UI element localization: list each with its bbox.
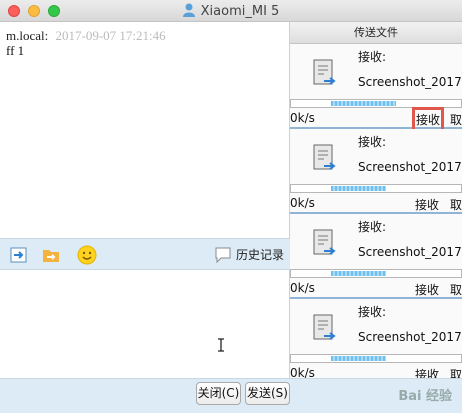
transfer-speed: 0k/s	[290, 281, 315, 295]
watermark: Bai 经验	[398, 389, 452, 404]
send-folder-icon[interactable]	[42, 246, 60, 264]
receive-label: 接收:	[358, 305, 387, 319]
file-name: Screenshot_2017	[358, 160, 462, 174]
message-input[interactable]	[0, 270, 290, 378]
chat-log: m.local: 2017-09-07 17:21:46 ff 1	[0, 22, 290, 238]
history-button[interactable]: 历史记录	[215, 246, 284, 263]
transfer-speed: 0k/s	[290, 366, 315, 378]
user-icon	[182, 3, 195, 17]
progress-bar	[290, 354, 462, 363]
history-icon	[215, 247, 231, 263]
message-header: m.local: 2017-09-07 17:21:46	[6, 28, 283, 44]
receive-button[interactable]: 接收	[415, 281, 439, 298]
message-text: ff 1	[6, 43, 25, 58]
receive-label: 接收:	[358, 135, 387, 149]
emoji-icon[interactable]	[77, 245, 97, 265]
file-icon	[313, 144, 336, 170]
close-button[interactable]: 关闭(C)	[196, 382, 241, 405]
progress-fill	[331, 101, 396, 106]
transfer-item: 接收: Screenshot_2017 0k/s 接收 取	[290, 44, 462, 132]
cancel-button[interactable]: 取	[450, 366, 462, 378]
receive-button[interactable]: 接收	[411, 107, 445, 132]
send-file-icon[interactable]	[10, 246, 28, 264]
message-sender: m.local:	[6, 28, 49, 43]
receive-button[interactable]: 接收	[415, 196, 439, 213]
history-label: 历史记录	[235, 248, 284, 262]
progress-bar	[290, 99, 462, 108]
transfer-speed: 0k/s	[290, 111, 315, 125]
text-cursor-icon	[218, 338, 224, 352]
file-transfer-panel: 传送文件 接收: Screenshot_2017 0k/s 接收 取 接收: S…	[290, 22, 462, 378]
file-name: Screenshot_2017	[358, 245, 462, 259]
send-button[interactable]: 发送(S)	[245, 382, 290, 405]
file-name: Screenshot_2017	[358, 330, 462, 344]
cancel-button[interactable]: 取	[450, 111, 462, 128]
receive-button[interactable]: 接收	[415, 366, 439, 378]
title-bar: Xiaomi_MI 5	[0, 0, 462, 22]
transfer-speed: 0k/s	[290, 196, 315, 210]
chat-toolbar: 历史记录	[0, 238, 290, 270]
progress-fill	[331, 271, 386, 276]
progress-fill	[331, 186, 386, 191]
transfer-item: 接收: Screenshot_2017 0k/s 接收 取	[290, 214, 462, 299]
cancel-button[interactable]: 取	[450, 281, 462, 298]
panel-title: 传送文件	[290, 22, 462, 44]
window-title: Xiaomi_MI 5	[200, 4, 280, 19]
transfer-item: 接收: Screenshot_2017 0k/s 接收 取	[290, 299, 462, 378]
transfer-item: 接收: Screenshot_2017 0k/s 接收 取	[290, 129, 462, 214]
cancel-button[interactable]: 取	[450, 196, 462, 213]
file-icon	[313, 229, 336, 255]
file-icon	[313, 59, 336, 85]
receive-label: 接收:	[358, 50, 387, 64]
file-icon	[313, 314, 336, 340]
progress-fill	[331, 356, 386, 361]
message-time: 2017-09-07 17:21:46	[55, 28, 166, 43]
bottom-bar: 关闭(C) 发送(S) Bai 经验	[0, 378, 462, 413]
progress-bar	[290, 184, 462, 193]
progress-bar	[290, 269, 462, 278]
receive-label: 接收:	[358, 220, 387, 234]
window-title-wrap: Xiaomi_MI 5	[0, 3, 462, 19]
file-name: Screenshot_2017	[358, 75, 462, 89]
